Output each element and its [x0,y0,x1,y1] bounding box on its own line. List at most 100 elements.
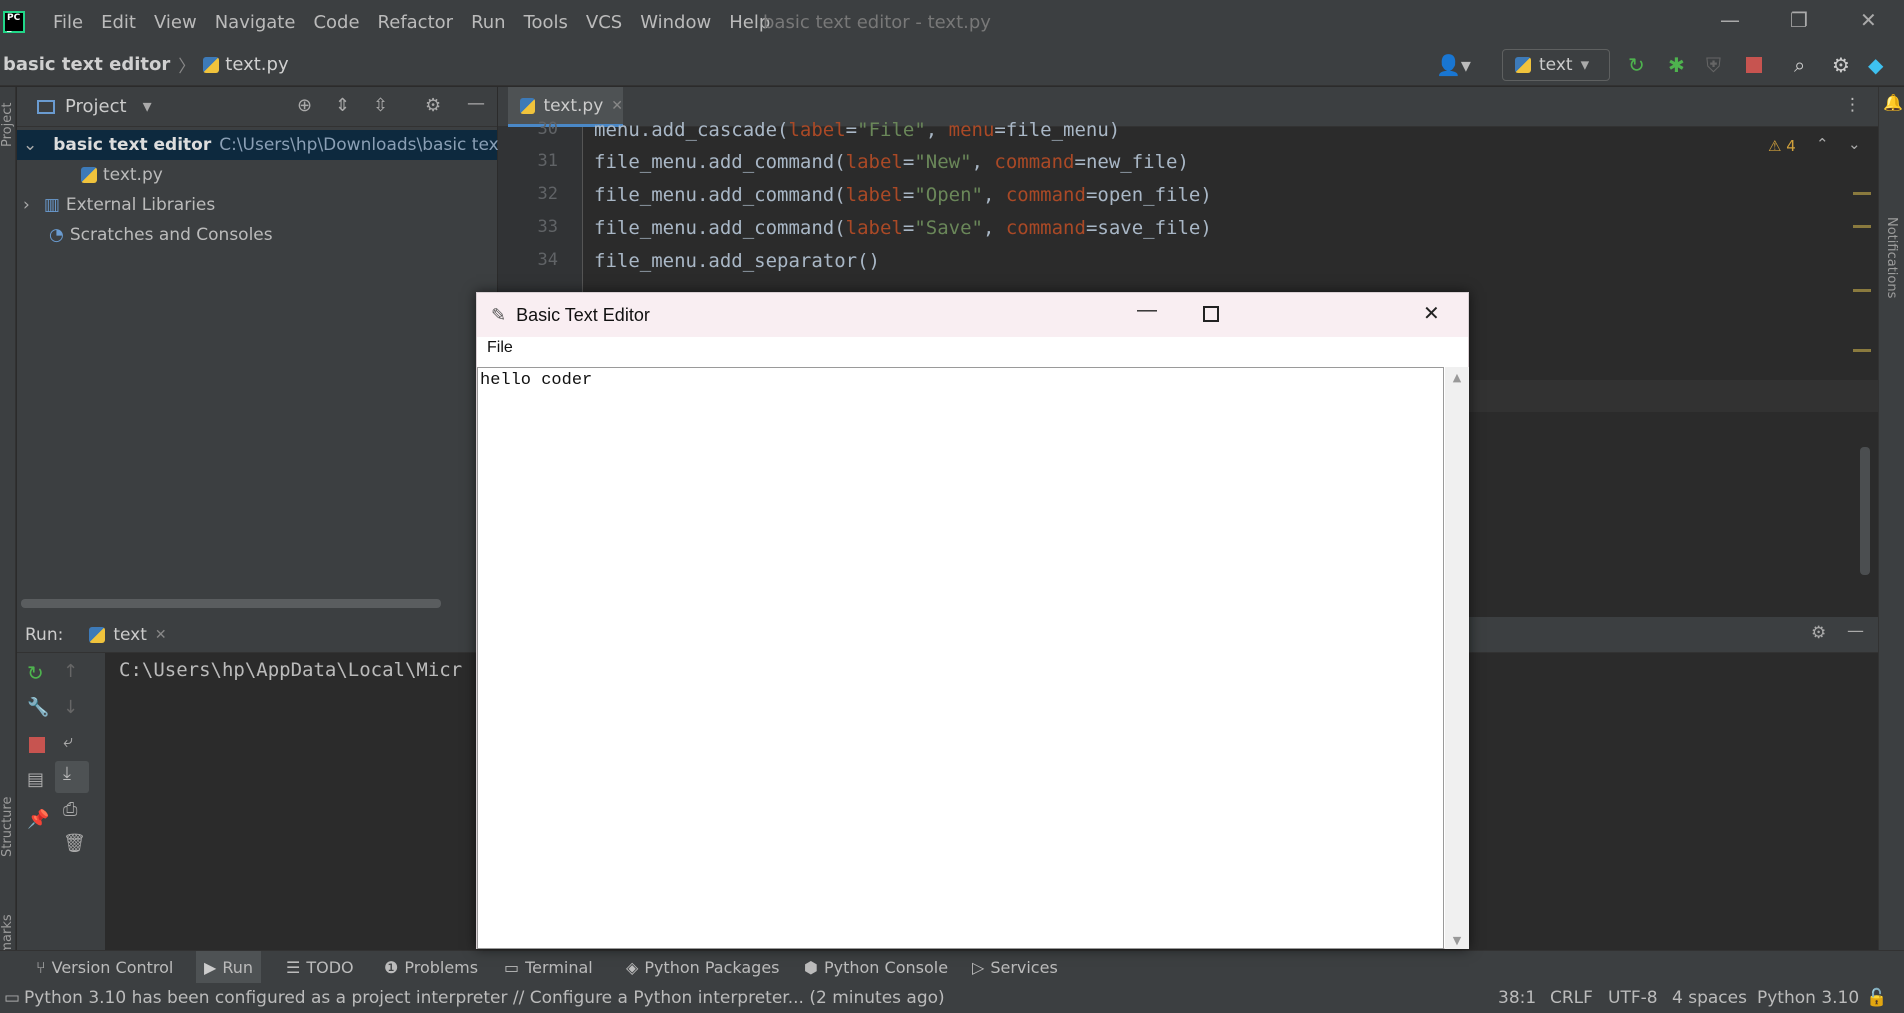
code-line[interactable]: file_menu.add_command(label="Open", comm… [594,184,1212,206]
tk-maximize-icon[interactable] [1203,306,1219,322]
project-view-select[interactable]: Project [65,96,127,117]
locate-icon[interactable]: ⊕ [297,95,312,116]
bell-icon[interactable]: 🔔 [1883,93,1903,112]
menu-tools[interactable]: Tools [524,12,568,33]
tab-todo[interactable]: ☰ TODO [286,955,354,979]
menu-run[interactable]: Run [471,12,506,33]
menu-window[interactable]: Window [640,12,711,33]
chevron-down-icon[interactable]: ⌄ [23,135,37,155]
user-icon[interactable]: 👤▾ [1436,53,1471,77]
tab-terminal[interactable]: ▭ Terminal [504,955,593,979]
hide-icon[interactable]: — [1847,621,1864,641]
status-window-icon[interactable]: ▭ [4,988,20,1008]
tk-scroll-up-icon[interactable]: ▲ [1445,371,1469,384]
menu-vcs[interactable]: VCS [586,12,622,33]
menu-view[interactable]: View [154,12,197,33]
tree-row-external-libraries[interactable]: › ▥ External Libraries [23,190,215,220]
tk-scroll-down-icon[interactable]: ▼ [1445,934,1469,947]
scroll-to-end-toggle[interactable] [55,761,89,793]
menu-file[interactable]: File [53,12,83,33]
layout-icon[interactable]: ▤ [27,769,44,790]
notifications-tool-label[interactable]: Notifications [1884,217,1899,298]
rerun-icon[interactable]: ↻ [1628,53,1645,77]
code-line[interactable]: file_menu.add_command(label="New", comma… [594,151,1189,173]
run-tab-label[interactable]: text [113,625,147,645]
soft-wrap-icon[interactable]: ⤶ [63,731,73,752]
gear-icon[interactable]: ⚙ [1811,623,1826,643]
breadcrumb-file[interactable]: text.py [225,54,288,75]
settings-icon[interactable]: ⚙ [1832,53,1850,77]
down-arrow-icon[interactable]: ↓ [63,697,78,718]
warning-marker[interactable] [1853,225,1871,228]
warning-marker[interactable] [1853,349,1871,352]
tab-python-packages[interactable]: ◈ Python Packages [626,955,780,979]
tk-close-icon[interactable]: ✕ [1423,301,1440,326]
status-message[interactable]: Python 3.10 has been configured as a pro… [24,988,945,1008]
tk-minimize-icon[interactable]: — [1137,299,1157,322]
code-line[interactable]: file_menu.add_separator() [594,250,880,272]
close-tab-icon[interactable]: ✕ [611,98,623,114]
caret-position[interactable]: 38:1 [1498,988,1536,1008]
tab-python-console[interactable]: ⬢ Python Console [804,955,948,979]
stop-icon[interactable] [1746,57,1762,73]
stop-icon[interactable] [29,737,45,753]
coverage-icon[interactable]: ⛨ [1706,53,1721,77]
next-highlight-icon[interactable]: ⌄ [1848,135,1861,153]
warning-marker[interactable] [1853,192,1871,195]
menu-refactor[interactable]: Refactor [378,12,454,33]
trash-icon[interactable]: 🗑 [63,833,86,854]
warning-marker[interactable] [1853,289,1871,292]
tk-menu-file[interactable]: File [487,339,513,357]
warnings-indicator[interactable]: ⚠ 4 [1768,137,1796,155]
menu-code[interactable]: Code [313,12,359,33]
warnings-count: 4 [1786,137,1796,155]
close-icon[interactable]: ✕ [1860,8,1877,32]
structure-tool-label[interactable]: Structure [0,797,15,857]
project-tool-label[interactable]: Project [0,103,15,147]
vertical-scrollbar[interactable] [1860,447,1870,575]
tree-row-scratches[interactable]: ◔ Scratches and Consoles [49,220,273,250]
minimize-icon[interactable]: — [1720,8,1740,32]
debug-icon[interactable]: ✱ [1668,53,1685,77]
tk-vertical-scrollbar[interactable]: ▲ ▼ [1445,367,1469,949]
menu-edit[interactable]: Edit [101,12,136,33]
more-options-icon[interactable]: ⋮ [1844,95,1861,115]
run-config-select[interactable]: text ▾ [1502,49,1610,81]
indent-setting[interactable]: 4 spaces [1672,988,1747,1008]
tree-row-root[interactable]: ⌄ basic text editor C:\Users\hp\Download… [17,130,505,160]
lock-icon[interactable]: 🔓 [1866,988,1887,1008]
code-line[interactable]: menu.add_cascade(label="File", menu=file… [594,119,1120,141]
search-icon[interactable]: ⌕ [1794,53,1805,77]
close-run-tab-icon[interactable]: ✕ [155,627,167,643]
collapse-all-icon[interactable]: ⇳ [373,95,388,116]
tree-row-file[interactable]: text.py [81,160,163,190]
prev-highlight-icon[interactable]: ⌃ [1816,135,1829,153]
tab-problems[interactable]: ❶ Problems [384,955,478,979]
hide-icon[interactable]: — [467,93,485,114]
file-encoding[interactable]: UTF-8 [1608,988,1658,1008]
breadcrumb-project[interactable]: basic text editor [3,54,170,75]
print-icon[interactable]: ⎙ [63,799,77,820]
line-separator[interactable]: CRLF [1550,988,1593,1008]
wrench-icon[interactable]: 🔧 [27,697,49,718]
horizontal-scrollbar[interactable] [21,599,441,608]
up-arrow-icon[interactable]: ↑ [63,661,78,682]
chevron-right-icon[interactable]: › [23,195,30,215]
interpreter-setting[interactable]: Python 3.10 [1757,988,1859,1008]
restore-icon[interactable]: ❐ [1790,8,1808,32]
project-pane: Project ▾ ⊕ ⇕ ⇳ ⚙ — ⌄ basic text editor … [17,87,505,617]
scratches-icon: ◔ [49,225,64,245]
pin-icon[interactable]: 📌 [27,809,49,830]
tab-services[interactable]: ▷ Services [972,955,1058,979]
jetbrains-ai-icon[interactable]: ◆ [1868,53,1883,77]
tk-text-area[interactable]: hello coder [477,367,1444,949]
tab-run[interactable]: ▶ Run [196,951,261,984]
code-line[interactable]: file_menu.add_command(label="Save", comm… [594,217,1212,239]
menu-navigate[interactable]: Navigate [215,12,296,33]
gear-icon[interactable]: ⚙ [425,95,441,116]
run-label: Run: [25,624,64,645]
tab-version-control[interactable]: ⑂ Version Control [36,955,173,979]
rerun-icon[interactable]: ↻ [27,661,44,685]
chevron-down-icon[interactable]: ▾ [143,96,152,117]
expand-all-icon[interactable]: ⇕ [335,95,350,116]
